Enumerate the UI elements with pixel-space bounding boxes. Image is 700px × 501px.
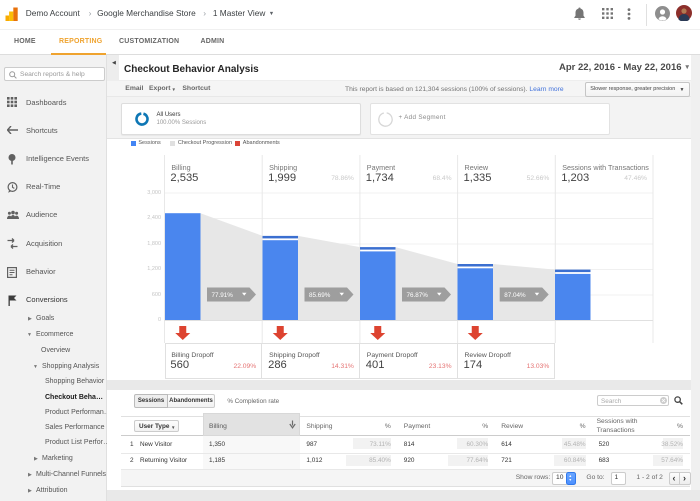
svg-text:76.87%: 76.87% — [407, 292, 429, 299]
svg-text:87.04%: 87.04% — [504, 292, 526, 299]
svg-text:85.69%: 85.69% — [309, 292, 331, 299]
svg-text:77.91%: 77.91% — [212, 292, 234, 299]
